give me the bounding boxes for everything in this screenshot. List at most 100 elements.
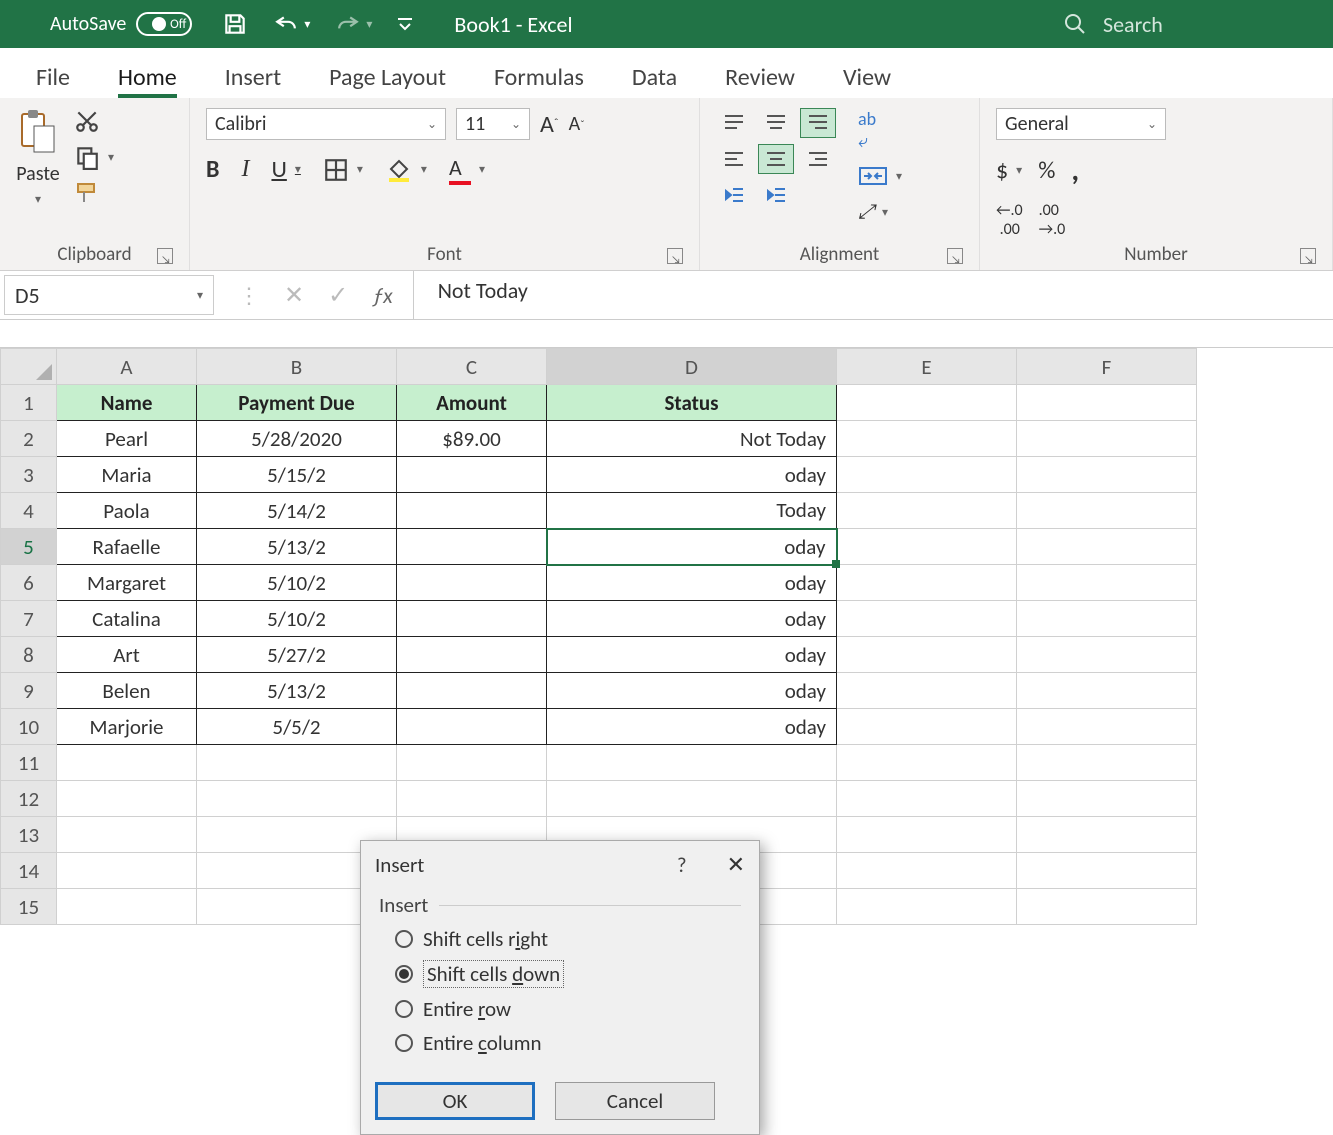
cell[interactable]: Paola bbox=[57, 493, 197, 529]
borders-button[interactable]: ▾ bbox=[323, 157, 363, 183]
row-header-2[interactable]: 2 bbox=[1, 421, 57, 457]
row-header-13[interactable]: 13 bbox=[1, 817, 57, 853]
cell[interactable] bbox=[197, 781, 397, 817]
percent-format-button[interactable]: % bbox=[1038, 156, 1055, 185]
name-box[interactable]: D5▾ bbox=[4, 275, 214, 315]
alignment-dialog-launcher[interactable] bbox=[947, 248, 963, 264]
cell[interactable] bbox=[57, 817, 197, 853]
tab-data[interactable]: Data bbox=[632, 63, 677, 98]
row-header-10[interactable]: 10 bbox=[1, 709, 57, 745]
cell[interactable] bbox=[1017, 421, 1197, 457]
cell[interactable] bbox=[397, 781, 547, 817]
row-header-9[interactable]: 9 bbox=[1, 673, 57, 709]
cell[interactable]: Marjorie bbox=[57, 709, 197, 745]
redo-button[interactable]: ▾ bbox=[334, 13, 372, 35]
cell[interactable]: Pearl bbox=[57, 421, 197, 457]
merge-center-button[interactable]: ▾ bbox=[858, 166, 902, 186]
cell[interactable]: $89.00 bbox=[397, 421, 547, 457]
cell[interactable] bbox=[1017, 637, 1197, 673]
bold-button[interactable]: B bbox=[206, 155, 219, 184]
fx-more-icon[interactable]: ⋮ bbox=[238, 282, 260, 309]
cell[interactable]: oday bbox=[547, 673, 837, 709]
cell[interactable]: 5/15/2 bbox=[197, 457, 397, 493]
col-header-F[interactable]: F bbox=[1017, 349, 1197, 385]
cancel-formula-button[interactable]: ✕ bbox=[284, 281, 304, 310]
align-right-button[interactable] bbox=[800, 144, 836, 174]
row-header-1[interactable]: 1 bbox=[1, 385, 57, 421]
cell[interactable] bbox=[397, 457, 547, 493]
cell[interactable] bbox=[837, 529, 1017, 565]
cell[interactable]: oday bbox=[547, 457, 837, 493]
enter-formula-button[interactable]: ✓ bbox=[328, 281, 348, 310]
cell[interactable]: oday bbox=[547, 637, 837, 673]
cell[interactable] bbox=[1017, 709, 1197, 745]
cell[interactable]: Today bbox=[547, 493, 837, 529]
font-name-select[interactable]: Calibri⌄ bbox=[206, 108, 446, 140]
cell[interactable]: oday bbox=[547, 709, 837, 745]
cell[interactable] bbox=[837, 457, 1017, 493]
cell[interactable]: 5/27/2 bbox=[197, 637, 397, 673]
wrap-text-button[interactable]: ab⤶ bbox=[858, 108, 876, 152]
cell[interactable]: Name bbox=[57, 385, 197, 421]
cell[interactable]: Payment Due bbox=[197, 385, 397, 421]
cell[interactable]: Status bbox=[547, 385, 837, 421]
align-bottom-button[interactable] bbox=[800, 108, 836, 138]
cell[interactable]: Art bbox=[57, 637, 197, 673]
dialog-close-button[interactable]: ✕ bbox=[727, 851, 745, 878]
option-entire-column[interactable]: Entire column bbox=[379, 1026, 741, 1060]
italic-button[interactable]: I bbox=[241, 156, 249, 183]
cell[interactable] bbox=[1017, 457, 1197, 493]
increase-decimal-button[interactable]: ←.0 .00 bbox=[996, 201, 1023, 239]
cell[interactable] bbox=[837, 853, 1017, 889]
cut-button[interactable] bbox=[74, 108, 100, 134]
chevron-down-icon[interactable]: ▾ bbox=[35, 192, 41, 207]
cell[interactable] bbox=[1017, 745, 1197, 781]
cell[interactable] bbox=[1017, 385, 1197, 421]
cell[interactable]: oday bbox=[547, 601, 837, 637]
col-header-A[interactable]: A bbox=[57, 349, 197, 385]
cell[interactable] bbox=[397, 673, 547, 709]
cell[interactable] bbox=[837, 673, 1017, 709]
comma-format-button[interactable]: , bbox=[1071, 152, 1079, 189]
cancel-button[interactable]: Cancel bbox=[555, 1082, 715, 1120]
search-box[interactable] bbox=[1063, 11, 1323, 38]
cell[interactable]: Catalina bbox=[57, 601, 197, 637]
increase-font-button[interactable]: Aˆ bbox=[540, 110, 559, 139]
cell[interactable] bbox=[397, 709, 547, 745]
increase-indent-button[interactable] bbox=[758, 180, 794, 210]
cell[interactable] bbox=[1017, 565, 1197, 601]
autosave-pill[interactable]: Off bbox=[136, 12, 192, 36]
row-header-15[interactable]: 15 bbox=[1, 889, 57, 925]
accounting-format-button[interactable]: $ ▾ bbox=[996, 156, 1022, 185]
cell[interactable] bbox=[397, 637, 547, 673]
row-header-3[interactable]: 3 bbox=[1, 457, 57, 493]
qat-customize-icon[interactable] bbox=[396, 15, 414, 33]
number-dialog-launcher[interactable] bbox=[1300, 248, 1316, 264]
cell[interactable] bbox=[1017, 673, 1197, 709]
align-left-button[interactable] bbox=[716, 144, 752, 174]
row-header-14[interactable]: 14 bbox=[1, 853, 57, 889]
cell[interactable] bbox=[1017, 493, 1197, 529]
cell[interactable]: 5/5/2 bbox=[197, 709, 397, 745]
tab-review[interactable]: Review bbox=[725, 63, 795, 98]
cell[interactable]: Maria bbox=[57, 457, 197, 493]
option-shift-down[interactable]: Shift cells down bbox=[379, 956, 741, 992]
dialog-help-button[interactable]: ? bbox=[677, 852, 687, 878]
copy-button[interactable]: ▾ bbox=[74, 144, 114, 170]
cell[interactable] bbox=[57, 745, 197, 781]
col-header-C[interactable]: C bbox=[397, 349, 547, 385]
col-header-E[interactable]: E bbox=[837, 349, 1017, 385]
fill-color-button[interactable]: ▾ bbox=[385, 157, 427, 183]
cell[interactable]: 5/10/2 bbox=[197, 601, 397, 637]
cell[interactable] bbox=[837, 637, 1017, 673]
save-icon[interactable] bbox=[222, 11, 248, 37]
cell[interactable] bbox=[837, 745, 1017, 781]
cell[interactable] bbox=[1017, 529, 1197, 565]
option-shift-right[interactable]: Shift cells right bbox=[379, 922, 741, 956]
row-header-12[interactable]: 12 bbox=[1, 781, 57, 817]
cell[interactable]: 5/13/2 bbox=[197, 529, 397, 565]
cell[interactable]: 5/14/2 bbox=[197, 493, 397, 529]
cell[interactable] bbox=[547, 745, 837, 781]
cell[interactable] bbox=[837, 709, 1017, 745]
cell[interactable]: Not Today bbox=[547, 421, 837, 457]
